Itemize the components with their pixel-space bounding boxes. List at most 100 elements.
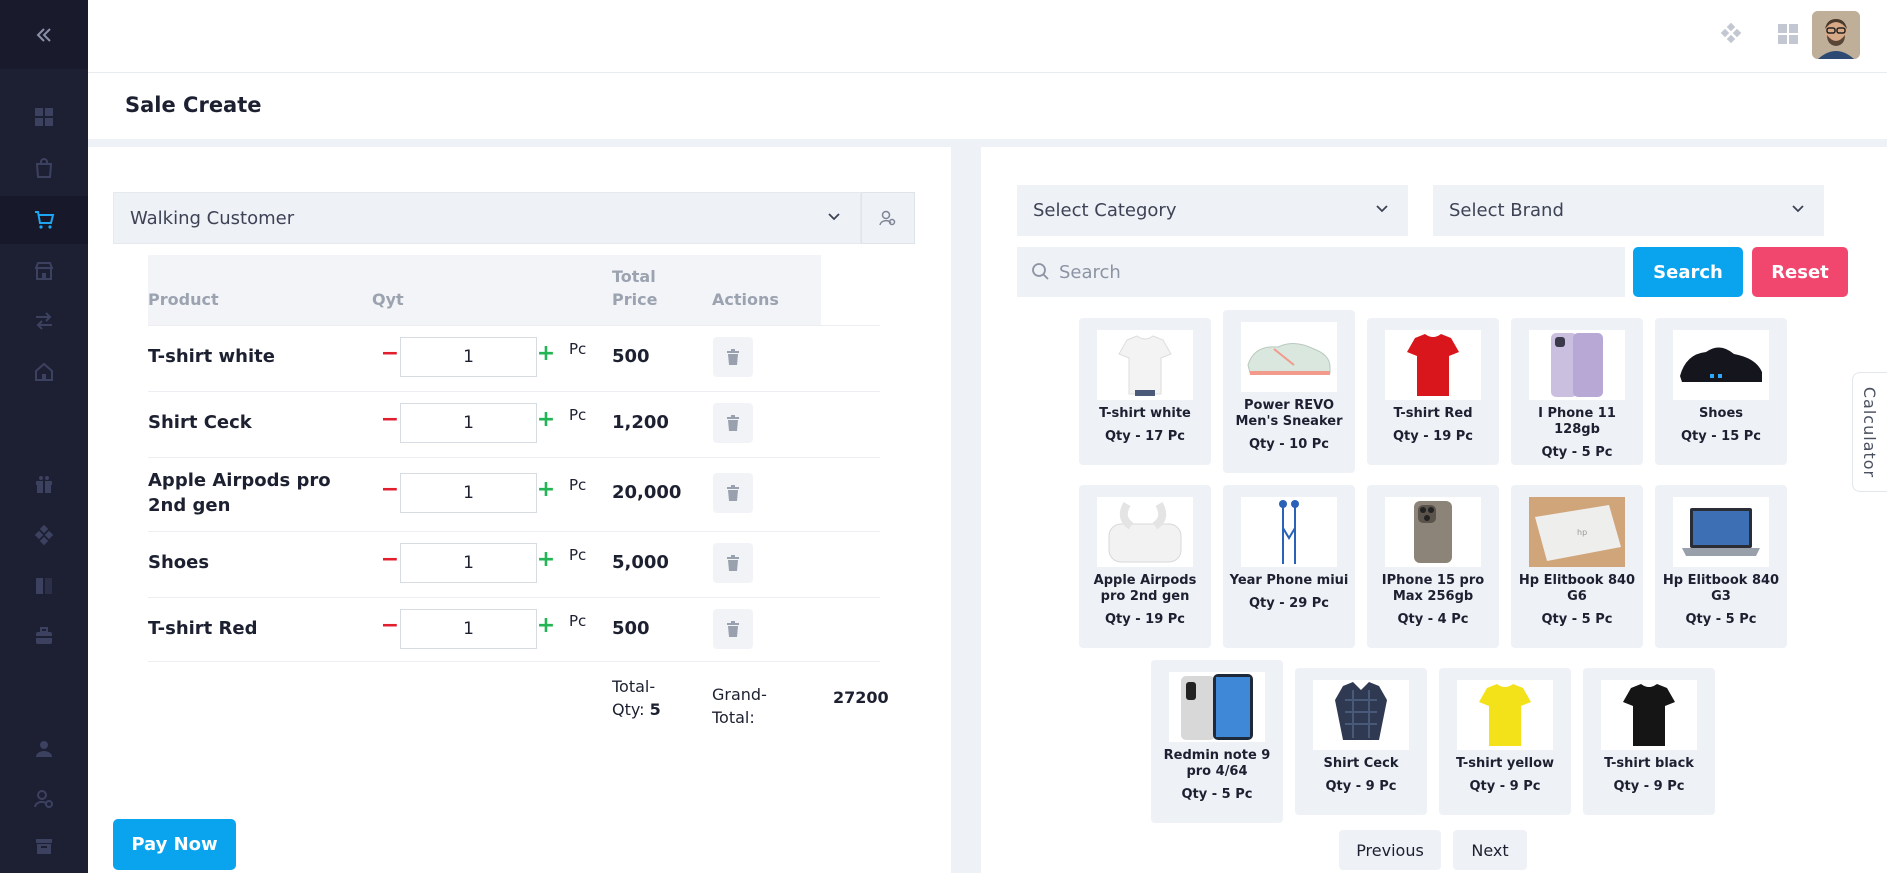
search-button[interactable]: Search	[1633, 247, 1743, 297]
apps-diamond-icon[interactable]	[1717, 20, 1745, 48]
product-qty: Qty - 4 Pc	[1397, 612, 1469, 627]
cart-row-product: T-shirt Red	[148, 618, 258, 639]
sidebar-item-report[interactable]	[0, 562, 88, 610]
cart-row-product: Shoes	[148, 552, 210, 573]
unit-label: Pc	[569, 546, 587, 564]
add-customer-button[interactable]	[861, 192, 915, 244]
sidebar-item-gift[interactable]	[0, 460, 88, 508]
qty-input[interactable]	[400, 337, 537, 377]
sidebar-item-transfer[interactable]	[0, 297, 88, 345]
product-panel: Select Category Select Brand Search Sear…	[981, 147, 1887, 873]
product-card[interactable]: T-shirt black Qty - 9 Pc	[1583, 668, 1715, 815]
qty-input[interactable]	[400, 403, 537, 443]
product-card[interactable]: T-shirt Red Qty - 19 Pc	[1367, 318, 1499, 465]
product-card[interactable]: T-shirt white Qty - 17 Pc	[1079, 318, 1211, 465]
product-card[interactable]: Hp Elitbook 840 G3 Qty - 5 Pc	[1655, 485, 1787, 648]
product-name: Hp Elitbook 840 G3	[1662, 573, 1780, 604]
sidebar-item-briefcase[interactable]	[0, 612, 88, 660]
delete-row-button[interactable]	[713, 543, 753, 583]
delete-row-button[interactable]	[713, 473, 753, 513]
unit-label: Pc	[569, 406, 587, 424]
sidebar-item-user-settings[interactable]	[0, 775, 88, 823]
product-card[interactable]: I Phone 11 128gb Qty - 5 Pc	[1511, 318, 1643, 465]
product-name: T-shirt black	[1604, 756, 1694, 771]
delete-row-button[interactable]	[713, 609, 753, 649]
product-image	[1457, 680, 1553, 750]
decrease-qty-button[interactable]: −	[380, 409, 400, 431]
product-name: Redmin note 9 pro 4/64	[1163, 748, 1271, 779]
category-select-value: Select Category	[1033, 200, 1177, 221]
delete-row-button[interactable]	[713, 403, 753, 443]
divider	[148, 457, 880, 458]
sidebar-item-store[interactable]	[0, 247, 88, 295]
column-header-product: Product	[148, 290, 219, 309]
double-chevron-left-icon	[36, 27, 51, 42]
qty-input[interactable]	[400, 473, 537, 513]
product-image	[1313, 680, 1409, 750]
pay-now-button[interactable]: Pay Now	[113, 819, 236, 870]
increase-qty-button[interactable]: +	[536, 343, 556, 365]
decrease-qty-button[interactable]: −	[380, 549, 400, 571]
increase-qty-button[interactable]: +	[536, 479, 556, 501]
product-card[interactable]: Redmin note 9 pro 4/64 Qty - 5 Pc	[1151, 660, 1283, 823]
sidebar-item-archive[interactable]	[0, 822, 88, 870]
product-name: T-shirt white	[1099, 406, 1191, 421]
shopping-bag-icon	[35, 158, 53, 178]
product-card[interactable]: Shoes Qty - 15 Pc	[1655, 318, 1787, 465]
qty-input[interactable]	[400, 609, 537, 649]
decrease-qty-button[interactable]: −	[380, 479, 400, 501]
cart-icon	[35, 211, 55, 229]
category-select[interactable]: Select Category	[1017, 185, 1408, 236]
next-page-button[interactable]: Next	[1453, 830, 1527, 870]
dashboard-icon	[35, 108, 53, 126]
grand-total-value: 27200	[833, 688, 889, 707]
customer-select[interactable]: Walking Customer	[113, 192, 861, 244]
sidebar-item-diamond[interactable]	[0, 511, 88, 559]
sidebar-item-purchase[interactable]	[0, 144, 88, 192]
product-card[interactable]: T-shirt yellow Qty - 9 Pc	[1439, 668, 1571, 815]
previous-page-button[interactable]: Previous	[1339, 830, 1441, 870]
product-card[interactable]: Apple Airpods pro 2nd gen Qty - 19 Pc	[1079, 485, 1211, 648]
row-price: 20,000	[612, 482, 682, 503]
qty-input[interactable]	[400, 543, 537, 583]
grid-icon[interactable]	[1774, 20, 1802, 48]
increase-qty-button[interactable]: +	[536, 615, 556, 637]
sidebar-item-dashboard[interactable]	[0, 93, 88, 141]
product-card[interactable]: hp Hp Elitbook 840 G6 Qty - 5 Pc	[1511, 485, 1643, 648]
divider	[148, 597, 880, 598]
search-placeholder: Search	[1059, 261, 1121, 283]
product-name: IPhone 15 pro Max 256gb	[1381, 573, 1485, 604]
sidebar-toggle[interactable]	[0, 0, 88, 69]
product-card[interactable]: Year Phone miui Qty - 29 Pc	[1223, 485, 1355, 648]
total-qty-label: Total-Qty:	[612, 677, 656, 719]
avatar[interactable]	[1812, 11, 1860, 59]
delete-row-button[interactable]	[713, 337, 753, 377]
increase-qty-button[interactable]: +	[536, 549, 556, 571]
increase-qty-button[interactable]: +	[536, 409, 556, 431]
reset-button[interactable]: Reset	[1752, 247, 1848, 297]
sidebar-item-sales[interactable]	[0, 196, 88, 244]
decrease-qty-button[interactable]: −	[380, 615, 400, 637]
decrease-qty-button[interactable]: −	[380, 343, 400, 365]
user-settings-icon	[34, 790, 53, 808]
sidebar-item-user[interactable]	[0, 725, 88, 773]
product-name: Year Phone miui	[1229, 573, 1349, 588]
brand-select[interactable]: Select Brand	[1433, 185, 1824, 236]
chevron-down-icon	[1376, 205, 1388, 213]
product-image	[1385, 497, 1481, 567]
product-image	[1241, 322, 1337, 392]
product-qty: Qty - 5 Pc	[1685, 612, 1757, 627]
diamond-icon	[34, 524, 54, 546]
divider	[148, 531, 880, 532]
search-icon	[1032, 263, 1049, 280]
product-card[interactable]: Power REVO Men's Sneaker Qty - 10 Pc	[1223, 310, 1355, 473]
product-image	[1097, 497, 1193, 567]
product-card[interactable]: IPhone 15 pro Max 256gb Qty - 4 Pc	[1367, 485, 1499, 648]
search-input[interactable]: Search	[1017, 247, 1625, 297]
product-name: Apple Airpods pro 2nd gen	[1093, 573, 1197, 604]
sidebar-item-home[interactable]	[0, 348, 88, 396]
product-card[interactable]: Shirt Ceck Qty - 9 Pc	[1295, 668, 1427, 815]
product-name: I Phone 11 128gb	[1538, 406, 1616, 437]
divider	[148, 661, 880, 662]
calculator-tab[interactable]: Calculator	[1852, 372, 1887, 492]
